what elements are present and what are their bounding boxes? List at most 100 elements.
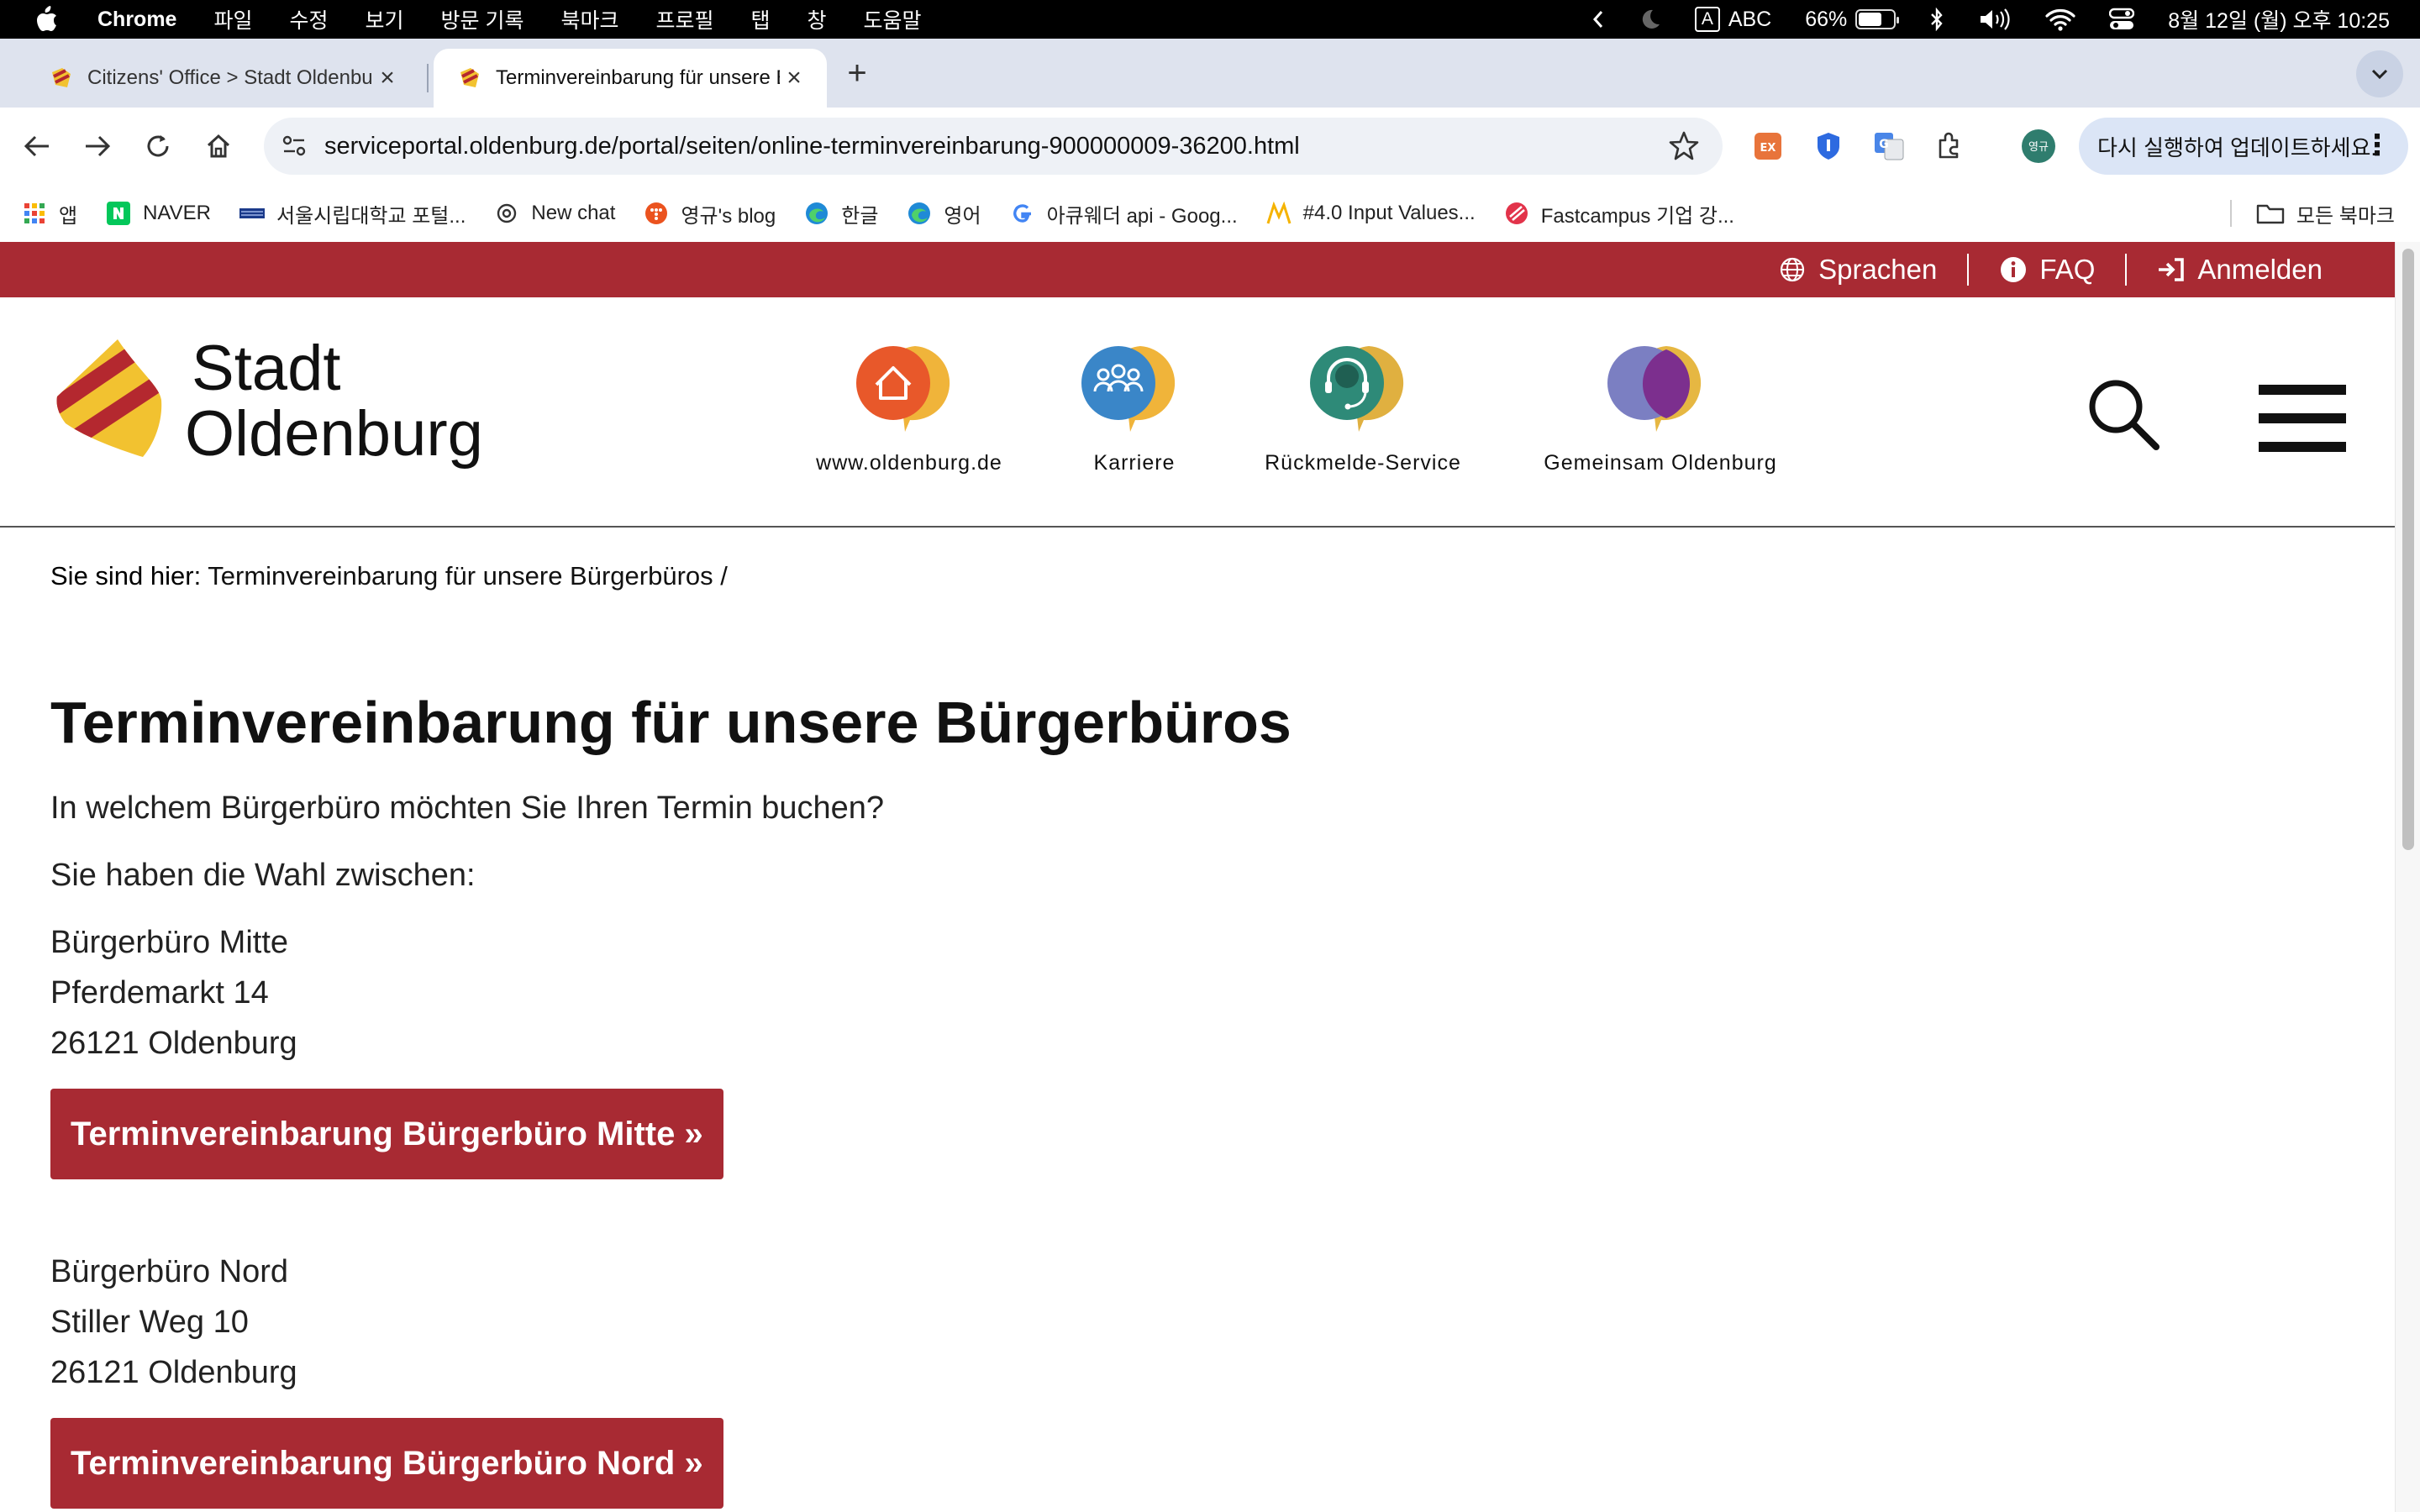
logo-line-2: Oldenburg	[185, 398, 483, 470]
menu-window[interactable]: 창	[808, 4, 827, 34]
bookmark-apps[interactable]: 앱	[22, 199, 77, 228]
tab-citizens-office[interactable]: Citizens' Office > Stadt Oldenburg ×	[25, 49, 420, 108]
bookmark-new-chat[interactable]: New chat	[494, 201, 615, 226]
sign-in-icon	[2157, 255, 2186, 284]
scrollbar-thumb[interactable]	[2402, 249, 2414, 850]
tab-title: Citizens' Office > Stadt Oldenburg	[87, 66, 373, 89]
update-chrome-button[interactable]: 다시 실행하여 업데이트하세요. ⋮	[2079, 118, 2408, 175]
all-bookmarks-button[interactable]: 모든 북마크	[2256, 185, 2395, 242]
menu-edit[interactable]: 수정	[289, 4, 328, 34]
oldenburg-crest-logo[interactable]	[54, 336, 163, 467]
google-translate-icon[interactable]: G	[1869, 126, 1909, 166]
home-icon[interactable]	[195, 123, 242, 170]
browser-tab-strip: Citizens' Office > Stadt Oldenburg × Ter…	[0, 39, 2420, 108]
nav-gemeinsam-oldenburg[interactable]: Gemeinsam Oldenburg	[1534, 341, 1786, 475]
wifi-icon[interactable]	[2045, 8, 2075, 31]
book-mitte-button[interactable]: Terminvereinbarung Bürgerbüro Mitte »	[50, 1089, 723, 1179]
chevron-left-icon[interactable]	[1592, 9, 1604, 29]
menu-history[interactable]: 방문 기록	[441, 4, 524, 34]
bookmark-label: #4.0 Input Values...	[1302, 202, 1476, 224]
page-scrollbar[interactable]	[2395, 242, 2420, 1512]
nav-label: Gemeinsam Oldenburg	[1544, 451, 1777, 475]
fastcampus-icon	[1504, 201, 1529, 226]
bookmarks-bar: 앱 NAVER 서울시립대학교 포털... New chat 영규's blog…	[0, 185, 2420, 242]
bookmark-blog[interactable]: 영규's blog	[644, 199, 776, 228]
tab-close-icon[interactable]: ×	[780, 64, 808, 92]
new-tab-plus-icon[interactable]: +	[840, 56, 874, 91]
menu-tab[interactable]: 탭	[751, 4, 771, 34]
bookmark-hangul[interactable]: 한글	[804, 199, 878, 228]
site-logo-text[interactable]: Stadt Oldenburg	[185, 336, 483, 467]
site-settings-icon[interactable]	[276, 128, 313, 165]
book-nord-button[interactable]: Terminvereinbarung Bürgerbüro Nord »	[50, 1418, 723, 1509]
hamburger-menu-icon[interactable]	[2259, 385, 2346, 452]
bookmark-fastcampus[interactable]: Fastcampus 기업 강...	[1504, 199, 1734, 228]
tab-terminvereinbarung[interactable]: Terminvereinbarung für unsere Bürgerbüro…	[434, 49, 827, 108]
menubar-datetime[interactable]: 8월 12일 (월) 오후 10:25	[2168, 4, 2390, 34]
nav-oldenburg-de[interactable]: www.oldenburg.de	[808, 341, 1010, 475]
choice-intro: Sie haben die Wahl zwischen:	[50, 858, 476, 893]
nav-rueckmelde-service[interactable]: Rückmelde-Service	[1255, 341, 1470, 475]
nav-label: www.oldenburg.de	[816, 451, 1002, 475]
oldenburg-favicon-icon	[52, 68, 71, 87]
more-menu-icon[interactable]: ⋮	[2363, 131, 2391, 160]
menu-file[interactable]: 파일	[213, 4, 252, 34]
headset-bubble-icon	[1310, 346, 1404, 432]
moon-icon[interactable]	[1638, 8, 1661, 31]
back-arrow-icon[interactable]	[13, 123, 60, 170]
input-source-indicator[interactable]: A ABC	[1694, 7, 1771, 32]
bluetooth-icon[interactable]	[1929, 8, 1944, 31]
openai-icon	[494, 201, 519, 226]
forward-arrow-icon[interactable]	[74, 123, 121, 170]
office-street: Stiller Weg 10	[50, 1305, 249, 1340]
extensions-puzzle-icon[interactable]	[1929, 126, 1970, 166]
folder-icon	[2256, 204, 2285, 224]
battery-icon	[1855, 9, 1900, 29]
login-link[interactable]: Anmelden	[2125, 254, 2353, 286]
bookmark-uos-portal[interactable]: 서울시립대학교 포털...	[239, 199, 466, 228]
bookmark-naver[interactable]: NAVER	[106, 201, 211, 226]
menu-bookmarks[interactable]: 북마크	[560, 4, 618, 34]
apple-icon[interactable]	[34, 5, 59, 34]
logo-line-1: Stadt	[192, 333, 341, 404]
edge-icon	[907, 201, 932, 226]
oldenburg-favicon-icon	[460, 68, 479, 87]
bookmarks-separator	[2230, 200, 2232, 227]
svg-text:G: G	[1879, 138, 1889, 151]
control-center-icon[interactable]	[2109, 8, 2135, 31]
bookmark-english[interactable]: 영어	[907, 199, 981, 228]
bookmark-star-icon[interactable]	[1667, 129, 1701, 163]
menu-help[interactable]: 도움말	[864, 4, 922, 34]
nav-karriere[interactable]: Karriere	[1060, 341, 1208, 475]
menu-app-name[interactable]: Chrome	[97, 8, 176, 32]
tab-close-icon[interactable]: ×	[373, 64, 402, 92]
languages-link[interactable]: Sprachen	[1748, 254, 1967, 286]
extension-shield-icon[interactable]	[1808, 126, 1849, 166]
extension-ex-icon[interactable]: EX	[1748, 126, 1788, 166]
overlap-bubble-icon	[1607, 346, 1702, 432]
profile-avatar[interactable]: 영규	[2018, 126, 2059, 166]
bookmark-input-values[interactable]: #4.0 Input Values...	[1266, 201, 1476, 226]
bookmark-label: NAVER	[143, 202, 211, 224]
people-bubble-icon	[1081, 346, 1176, 432]
office-city: 26121 Oldenburg	[50, 1355, 297, 1390]
battery-indicator[interactable]: 66%	[1805, 8, 1900, 32]
url-text[interactable]: serviceportal.oldenburg.de/portal/seiten…	[324, 133, 1300, 160]
tab-search-chevron-down-icon[interactable]	[2356, 50, 2403, 97]
address-bar[interactable]: serviceportal.oldenburg.de/portal/seiten…	[264, 118, 1723, 175]
volume-icon[interactable]	[1978, 8, 2012, 31]
languages-label: Sprachen	[1818, 254, 1938, 285]
page-title: Terminvereinbarung für unsere Bürgerbüro…	[50, 690, 1292, 755]
login-label: Anmelden	[2197, 254, 2323, 285]
menu-profiles[interactable]: 프로필	[655, 4, 713, 34]
reload-icon[interactable]	[134, 123, 182, 170]
battery-fill	[1859, 13, 1881, 26]
search-icon[interactable]	[2087, 378, 2160, 450]
menu-view[interactable]: 보기	[366, 4, 404, 34]
nav-label: Rückmelde-Service	[1265, 451, 1461, 475]
office-street: Pferdemarkt 14	[50, 975, 269, 1011]
main-content: Terminvereinbarung für unsere Bürgerbüro…	[50, 687, 2319, 1509]
home-bubble-icon	[856, 346, 950, 432]
faq-link[interactable]: FAQ	[1967, 254, 2125, 286]
bookmark-accuweather-api[interactable]: 아큐웨더 api - Goog...	[1010, 199, 1238, 228]
